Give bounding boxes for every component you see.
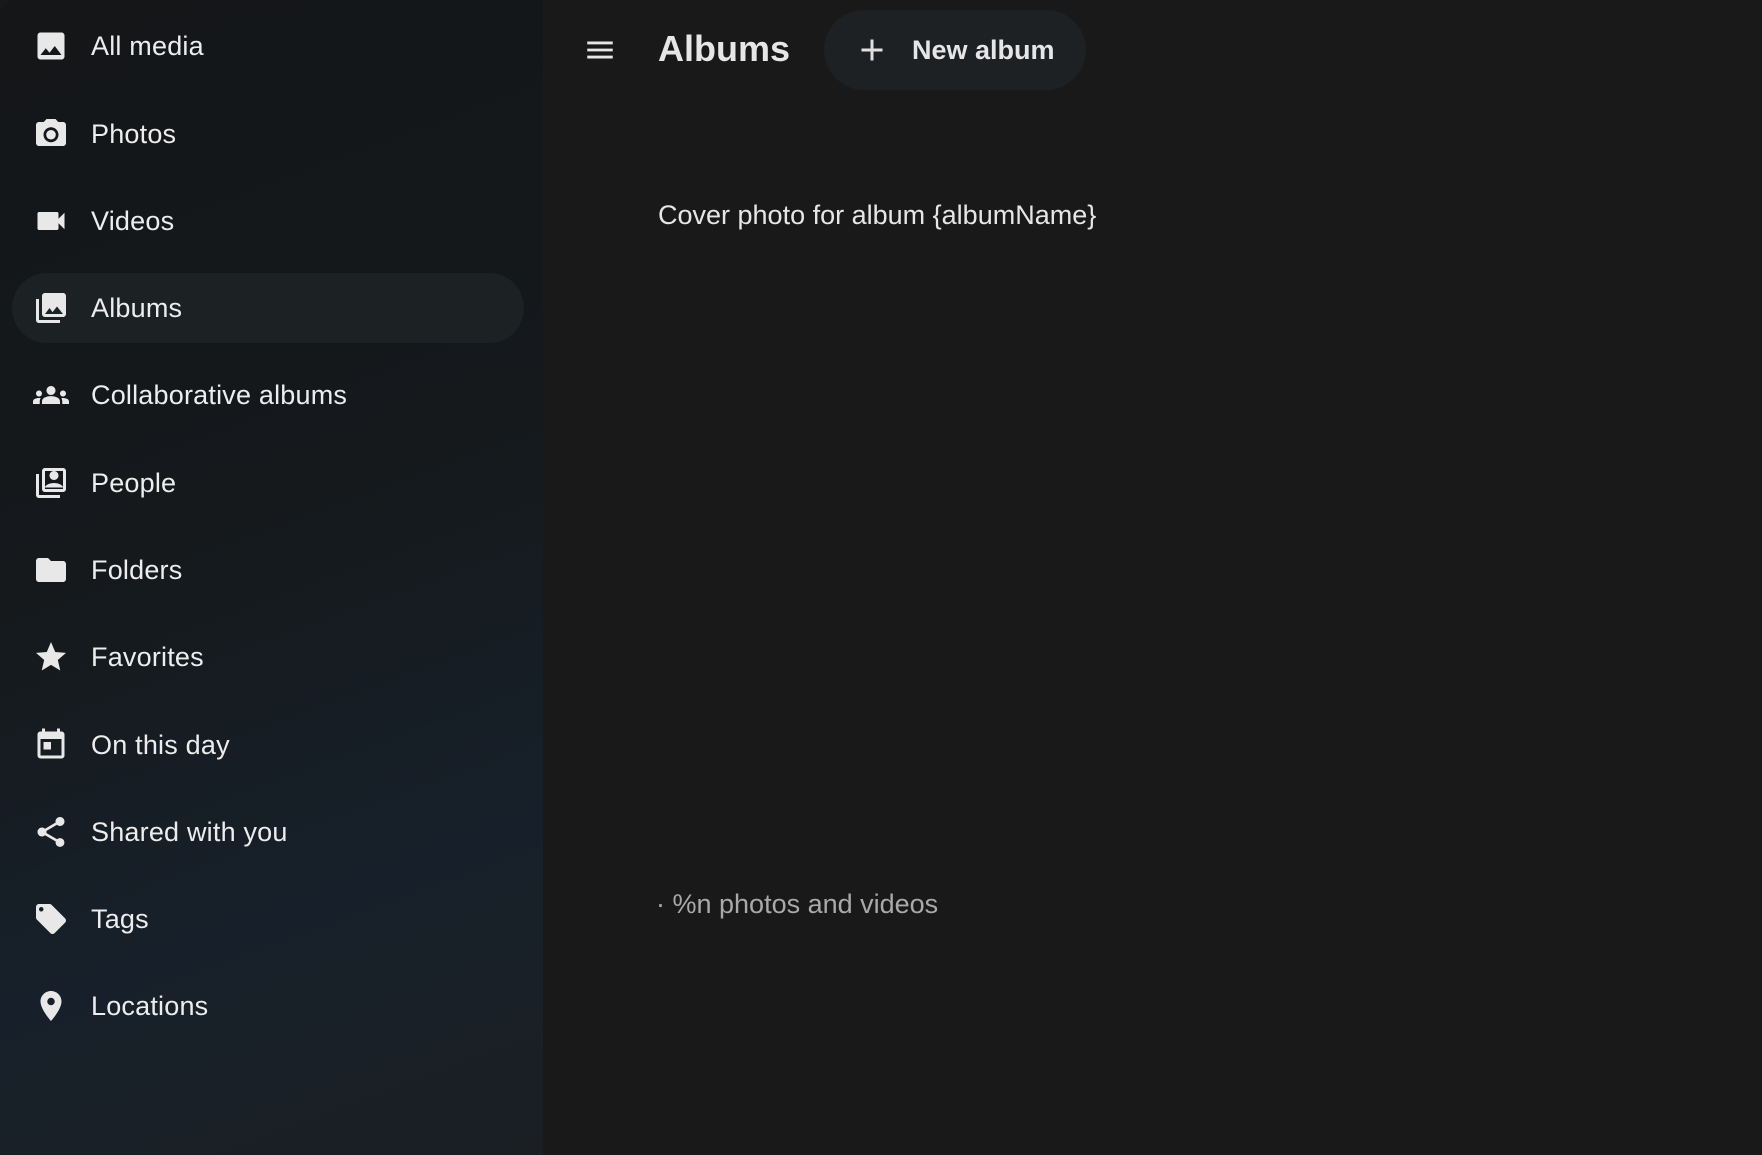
hamburger-menu-icon bbox=[587, 41, 613, 59]
sidebar-item-collaborative-albums[interactable]: Collaborative albums bbox=[12, 360, 524, 430]
calendar-icon bbox=[32, 726, 70, 764]
sidebar-item-tags[interactable]: Tags bbox=[12, 884, 524, 954]
albums-icon bbox=[32, 289, 70, 327]
sidebar-item-all-media[interactable]: All media bbox=[12, 11, 524, 81]
sidebar-item-label: Shared with you bbox=[91, 816, 288, 847]
new-album-button[interactable]: New album bbox=[824, 10, 1086, 90]
sidebar-item-label: People bbox=[91, 467, 177, 498]
sidebar-item-label: Locations bbox=[91, 990, 209, 1021]
sidebar-item-label: Folders bbox=[91, 554, 183, 585]
camera-icon bbox=[32, 115, 70, 153]
page-title: Albums bbox=[658, 28, 791, 69]
sidebar-item-people[interactable]: People bbox=[12, 448, 524, 518]
image-icon bbox=[32, 27, 70, 65]
star-icon bbox=[32, 638, 70, 676]
new-album-label: New album bbox=[912, 34, 1055, 65]
group-icon bbox=[32, 376, 70, 414]
album-cover-placeholder[interactable]: Cover photo for album {albumName} bbox=[658, 200, 1096, 231]
sidebar-item-label: Videos bbox=[91, 205, 175, 236]
sidebar-item-locations[interactable]: Locations bbox=[12, 971, 524, 1041]
sidebar-item-label: Albums bbox=[91, 292, 183, 323]
video-icon bbox=[32, 202, 70, 240]
sidebar-item-label: Photos bbox=[91, 118, 177, 149]
location-pin-icon bbox=[32, 987, 70, 1025]
sidebar-item-videos[interactable]: Videos bbox=[12, 186, 524, 256]
menu-button[interactable] bbox=[576, 28, 624, 72]
sidebar-item-albums[interactable]: Albums bbox=[12, 273, 524, 343]
plus-icon bbox=[854, 32, 890, 68]
folder-icon bbox=[32, 551, 70, 589]
people-icon bbox=[32, 464, 70, 502]
app-window: All media Photos Videos Albums Collabora bbox=[0, 0, 1762, 1155]
sidebar-item-on-this-day[interactable]: On this day bbox=[12, 710, 524, 780]
sidebar-item-photos[interactable]: Photos bbox=[12, 99, 524, 169]
sidebar-item-favorites[interactable]: Favorites bbox=[12, 622, 524, 692]
sidebar-item-label: Favorites bbox=[91, 641, 204, 672]
share-icon bbox=[32, 813, 70, 851]
sidebar: All media Photos Videos Albums Collabora bbox=[0, 0, 543, 1155]
sidebar-item-label: All media bbox=[91, 30, 204, 61]
album-item-count: · %n photos and videos bbox=[656, 889, 939, 919]
sidebar-item-label: Tags bbox=[91, 903, 149, 934]
sidebar-item-label: Collaborative albums bbox=[91, 379, 348, 410]
sidebar-item-folders[interactable]: Folders bbox=[12, 535, 524, 605]
sidebar-item-shared-with-you[interactable]: Shared with you bbox=[12, 797, 524, 867]
sidebar-item-label: On this day bbox=[91, 729, 230, 760]
tag-icon bbox=[32, 900, 70, 938]
